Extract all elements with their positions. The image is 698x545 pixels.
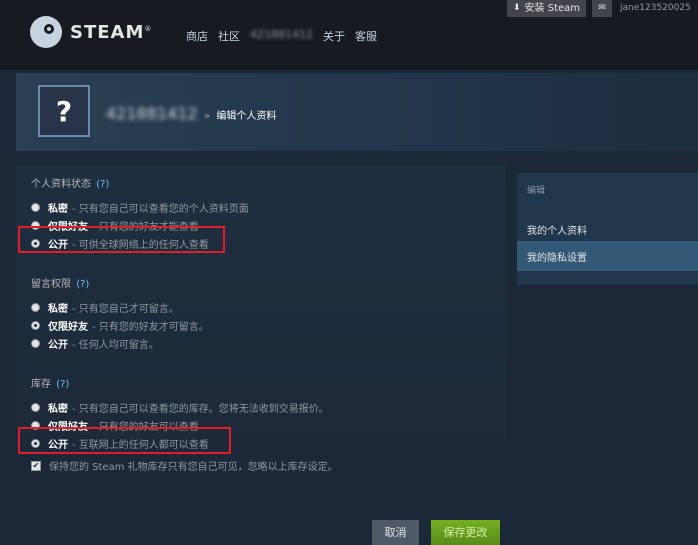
profile-header: ? 421881412 » 编辑个人资料 <box>16 73 698 151</box>
steam-logo-icon <box>30 16 62 48</box>
notifications-envelope-icon[interactable]: ✉ <box>592 0 612 17</box>
main-nav: 商店 社区 421881412 关于 客服 <box>186 28 377 44</box>
highlight-profile-public <box>18 226 225 253</box>
breadcrumb: 421881412 » 编辑个人资料 <box>106 104 276 123</box>
steam-wordmark: STEAM® <box>70 21 153 43</box>
save-changes-button[interactable]: 保存更改 <box>431 520 500 545</box>
nav-support[interactable]: 客服 <box>355 28 377 44</box>
help-link[interactable]: (?) <box>96 179 109 190</box>
comments-private-option[interactable]: 私密 - 只有您自己才可留言。 <box>31 298 501 316</box>
radio-button[interactable] <box>31 302 40 312</box>
section-title: 库存 (?) <box>31 379 70 390</box>
radio-button[interactable] <box>31 402 40 412</box>
profile-private-option[interactable]: 私密 - 只有您自己可以查看您的个人资料页面 <box>31 198 501 216</box>
checkbox-label: 保持您的 Steam 礼物库存只有您自己可见，忽略以上库存设定。 <box>49 462 338 473</box>
nav-username[interactable]: 421881412 <box>250 28 313 44</box>
global-header: STEAM® 商店 社区 421881412 关于 客服 ⬇ 安装 Steam … <box>0 0 698 70</box>
sidebar-item-my-profile[interactable]: 我的个人资料 <box>527 222 587 237</box>
section-title: 留言权限 (?) <box>31 279 90 290</box>
comments-public-option[interactable]: 公开 - 任何人均可留言。 <box>31 334 501 352</box>
help-link[interactable]: (?) <box>76 279 89 290</box>
inventory-private-option[interactable]: 私密 - 只有您自己可以查看您的库存。您将无法收到交易报价。 <box>31 398 501 416</box>
comments-friends-option[interactable]: 仅限好友 - 只有您的好友才可留言。 <box>31 316 501 334</box>
privacy-settings-panel: 个人资料状态 (?) 私密 - 只有您自己可以查看您的个人资料页面 仅限好友 -… <box>16 165 506 505</box>
persona-name[interactable]: 421881412 <box>106 104 198 123</box>
radio-button[interactable] <box>31 202 40 212</box>
steam-logo[interactable]: STEAM® <box>30 16 152 48</box>
avatar[interactable]: ? <box>38 85 90 137</box>
gift-inventory-private-checkbox-row[interactable]: ✔ 保持您的 Steam 礼物库存只有您自己可见，忽略以上库存设定。 <box>31 458 338 473</box>
breadcrumb-separator: » <box>203 109 211 122</box>
sidebar-heading: 编辑 <box>527 186 546 196</box>
install-steam-button[interactable]: ⬇ 安装 Steam <box>507 0 587 17</box>
radio-button-selected[interactable] <box>31 320 40 330</box>
account-menu[interactable]: jane123520025 <box>620 3 691 13</box>
sidebar-item-privacy-settings[interactable]: 我的隐私设置 <box>527 249 587 264</box>
nav-about[interactable]: 关于 <box>323 28 345 44</box>
highlight-inventory-public <box>18 427 231 454</box>
nav-community[interactable]: 社区 <box>218 28 240 44</box>
help-link[interactable]: (?) <box>56 379 69 390</box>
comment-permission-section: 留言权限 (?) 私密 - 只有您自己才可留言。 仅限好友 - 只有您的好友才可… <box>31 275 501 352</box>
download-icon: ⬇ <box>513 3 521 13</box>
checkbox[interactable]: ✔ <box>31 460 41 471</box>
cancel-button[interactable]: 取消 <box>372 520 419 545</box>
nav-store[interactable]: 商店 <box>186 28 208 44</box>
page-title: 编辑个人资料 <box>216 111 277 122</box>
edit-sidebar: 编辑 我的个人资料 我的隐私设置 <box>517 173 698 285</box>
section-title: 个人资料状态 (?) <box>31 179 110 190</box>
radio-button[interactable] <box>31 338 40 348</box>
